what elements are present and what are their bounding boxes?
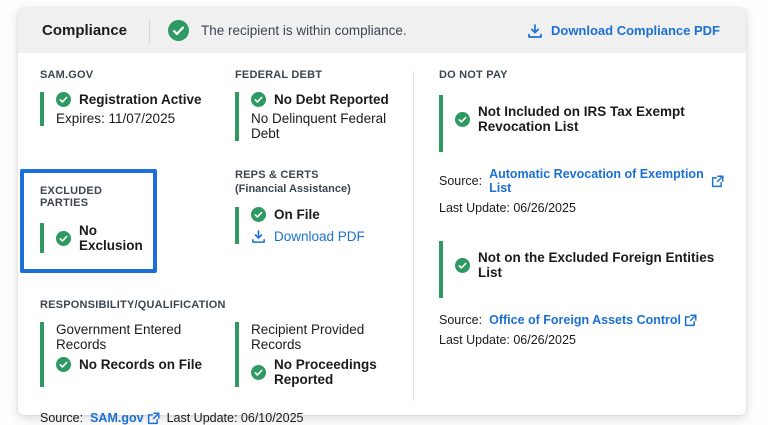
- check-circle-icon: [251, 207, 266, 222]
- external-link-icon: [711, 175, 724, 188]
- row-sam-debt: SAM.GOV Registration Active Expires: 11/…: [40, 69, 413, 141]
- download-compliance-pdf-label: Download Compliance PDF: [551, 23, 720, 38]
- dnp-foreign-entities-status: Not on the Excluded Foreign Entities Lis…: [478, 250, 726, 280]
- external-link-icon: [147, 412, 160, 425]
- sam-gov-status-item: Registration Active Expires: 11/07/2025: [40, 92, 235, 126]
- recipient-provided-records-title: Recipient Provided Records: [251, 322, 413, 352]
- section-responsibility: RESPONSIBILITY/QUALIFICATION Government …: [40, 299, 413, 387]
- check-circle-icon: [56, 231, 71, 246]
- government-entered-records-title: Government Entered Records: [56, 322, 235, 352]
- do-not-pay-label: DO NOT PAY: [439, 69, 726, 81]
- dnp-irs-revocation-item: Not Included on IRS Tax Exempt Revocatio…: [439, 95, 726, 152]
- automatic-revocation-link[interactable]: Automatic Revocation of Exemption List: [489, 167, 724, 195]
- federal-debt-status-item: No Debt Reported No Delinquent Federal D…: [235, 92, 413, 141]
- dnp-irs-source-line: Source: Automatic Revocation of Exemptio…: [439, 167, 726, 195]
- external-link-icon: [684, 314, 697, 327]
- excluded-parties-label: EXCLUDED PARTIES: [40, 185, 143, 209]
- ofac-link[interactable]: Office of Foreign Assets Control: [489, 313, 697, 327]
- download-icon: [527, 23, 543, 39]
- ofac-link-label: Office of Foreign Assets Control: [489, 313, 681, 327]
- section-excluded-parties-highlight-box: EXCLUDED PARTIES No Exclusion: [20, 169, 157, 273]
- check-circle-icon: [168, 20, 189, 41]
- section-do-not-pay: DO NOT PAY Not Included on IRS Tax Exemp…: [414, 69, 726, 425]
- excluded-parties-status-item: No Exclusion: [40, 223, 143, 253]
- excluded-parties-status: No Exclusion: [79, 223, 143, 253]
- panel-title: Compliance: [42, 22, 127, 39]
- check-circle-icon: [251, 92, 266, 107]
- government-entered-records-item: Government Entered Records No Records on…: [40, 322, 235, 387]
- sam-gov-source-line: Source: SAM.gov Last Update: 06/10/2025: [40, 411, 413, 425]
- reps-certs-sublabel: (Financial Assistance): [235, 183, 365, 195]
- check-circle-icon: [455, 112, 470, 127]
- compliance-panel: Compliance The recipient is within compl…: [18, 8, 746, 415]
- sam-gov-source-link-label: SAM.gov: [90, 411, 143, 425]
- federal-debt-label: FEDERAL DEBT: [235, 69, 413, 81]
- section-reps-certs: REPS & CERTS (Financial Assistance) On F…: [235, 169, 365, 244]
- download-compliance-pdf-link[interactable]: Download Compliance PDF: [527, 23, 720, 39]
- section-federal-debt: FEDERAL DEBT No Debt Reported No Delinqu…: [235, 69, 413, 141]
- dnp-ofac-last-update: Last Update: 06/26/2025: [439, 333, 726, 347]
- federal-debt-detail: No Delinquent Federal Debt: [251, 111, 413, 141]
- spacer: [439, 215, 726, 241]
- header-divider: [149, 18, 150, 44]
- check-circle-icon: [251, 365, 266, 380]
- dnp-irs-last-update: Last Update: 06/26/2025: [439, 201, 726, 215]
- responsibility-label: RESPONSIBILITY/QUALIFICATION: [40, 299, 413, 311]
- check-circle-icon: [455, 258, 470, 273]
- recipient-provided-records-status: No Proceedings Reported: [274, 357, 413, 387]
- download-pdf-link[interactable]: Download PDF: [251, 229, 365, 244]
- check-circle-icon: [56, 357, 71, 372]
- sam-gov-label: SAM.GOV: [40, 69, 235, 81]
- recipient-provided-records-item: Recipient Provided Records No Proceeding…: [235, 322, 413, 387]
- reps-certs-label: REPS & CERTS: [235, 169, 365, 181]
- dnp-irs-revocation-status: Not Included on IRS Tax Exempt Revocatio…: [478, 104, 726, 134]
- automatic-revocation-link-label: Automatic Revocation of Exemption List: [489, 167, 708, 195]
- sam-gov-status: Registration Active: [79, 92, 202, 107]
- sam-gov-detail: Expires: 11/07/2025: [56, 111, 235, 126]
- left-columns: SAM.GOV Registration Active Expires: 11/…: [40, 69, 413, 425]
- source-prefix: Source:: [439, 313, 482, 327]
- check-circle-icon: [56, 92, 71, 107]
- dnp-foreign-entities-item: Not on the Excluded Foreign Entities Lis…: [439, 241, 726, 298]
- sam-gov-source-link[interactable]: SAM.gov: [90, 411, 159, 425]
- reps-certs-status-item: On File Download PDF: [235, 207, 365, 244]
- panel-body: SAM.GOV Registration Active Expires: 11/…: [18, 53, 746, 425]
- row-excluded-reps: EXCLUDED PARTIES No Exclusion REPS & CER…: [40, 169, 413, 273]
- government-entered-records-status: No Records on File: [79, 357, 202, 372]
- download-pdf-label: Download PDF: [274, 229, 365, 244]
- section-sam-gov: SAM.GOV Registration Active Expires: 11/…: [40, 69, 235, 141]
- dnp-ofac-source-line: Source: Office of Foreign Assets Control: [439, 313, 726, 327]
- panel-header: Compliance The recipient is within compl…: [18, 8, 746, 53]
- sam-gov-last-update: Last Update: 06/10/2025: [167, 411, 304, 425]
- compliance-status-text: The recipient is within compliance.: [201, 23, 407, 38]
- federal-debt-status: No Debt Reported: [274, 92, 389, 107]
- source-prefix: Source:: [439, 174, 482, 188]
- source-prefix: Source:: [40, 411, 83, 425]
- download-icon: [251, 229, 266, 244]
- reps-certs-status: On File: [274, 207, 320, 222]
